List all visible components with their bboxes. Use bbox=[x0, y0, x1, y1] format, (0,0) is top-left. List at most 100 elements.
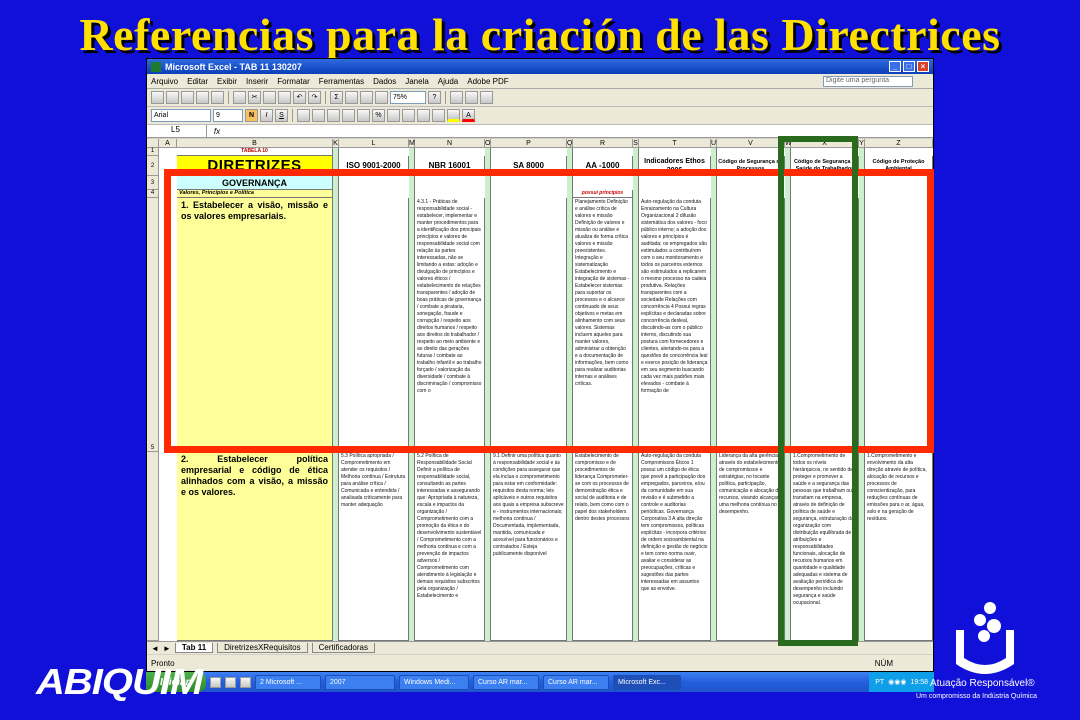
pdf-icon[interactable] bbox=[450, 91, 463, 104]
indent-icon[interactable] bbox=[417, 109, 430, 122]
preview-icon[interactable] bbox=[211, 91, 224, 104]
menu-exibir[interactable]: Exibir bbox=[217, 77, 237, 86]
tray-icons[interactable]: ◉◉◉ bbox=[888, 678, 906, 686]
chart-icon[interactable] bbox=[375, 91, 388, 104]
diretriz-2[interactable]: 2. Estabelecer política empresarial e có… bbox=[177, 452, 333, 641]
redo-icon[interactable]: ↷ bbox=[308, 91, 321, 104]
font-name-select[interactable]: Arial bbox=[151, 109, 211, 122]
cell-protamb-r6[interactable]: 1.Comprometimento e envolvimento da alta… bbox=[865, 452, 933, 641]
col-header[interactable]: N bbox=[415, 139, 485, 148]
menu-inserir[interactable]: Inserir bbox=[246, 77, 268, 86]
quicklaunch-icon[interactable] bbox=[225, 676, 236, 688]
copy-icon[interactable] bbox=[263, 91, 276, 104]
currency-icon[interactable] bbox=[357, 109, 370, 122]
menu-ajuda[interactable]: Ajuda bbox=[438, 77, 458, 86]
pdf-email-icon[interactable] bbox=[465, 91, 478, 104]
slide-title: Referencias para la criación de las Dire… bbox=[79, 9, 1001, 60]
task-microsoft-excel[interactable]: Microsoft Exc... bbox=[613, 674, 681, 690]
align-left-icon[interactable] bbox=[297, 109, 310, 122]
spelling-icon[interactable] bbox=[233, 91, 246, 104]
paste-icon[interactable] bbox=[278, 91, 291, 104]
row-header[interactable]: 1 bbox=[147, 148, 159, 156]
font-color-icon[interactable]: A bbox=[462, 109, 475, 122]
col-header[interactable]: V bbox=[717, 139, 785, 148]
menu-janela[interactable]: Janela bbox=[405, 77, 429, 86]
menu-formatar[interactable]: Formatar bbox=[277, 77, 309, 86]
toolbar-separator bbox=[228, 91, 229, 104]
pdf-review-icon[interactable] bbox=[480, 91, 493, 104]
task-curso-ar-1[interactable]: Curso AR mar... bbox=[473, 674, 539, 690]
toolbar-separator bbox=[292, 109, 293, 122]
tab-diretrizes-requisitos[interactable]: DiretrizesXRequisitos bbox=[217, 643, 308, 653]
font-size-select[interactable]: 9 bbox=[213, 109, 243, 122]
col-header[interactable]: T bbox=[639, 139, 711, 148]
tab-nav-first-icon[interactable]: ◄ bbox=[151, 644, 159, 653]
align-right-icon[interactable] bbox=[327, 109, 340, 122]
minimize-button[interactable]: _ bbox=[889, 61, 901, 72]
col-header[interactable]: P bbox=[491, 139, 567, 148]
menu-arquivo[interactable]: Arquivo bbox=[151, 77, 178, 86]
tab-nav-last-icon[interactable]: ► bbox=[163, 644, 171, 653]
quicklaunch-icon[interactable] bbox=[240, 676, 251, 688]
col-header[interactable]: B bbox=[177, 139, 333, 148]
undo-icon[interactable]: ↶ bbox=[293, 91, 306, 104]
help-icon[interactable]: ? bbox=[428, 91, 441, 104]
task-2007[interactable]: 2007 bbox=[325, 674, 395, 690]
new-icon[interactable] bbox=[151, 91, 164, 104]
bold-icon[interactable]: N bbox=[245, 109, 258, 122]
col-header[interactable]: Z bbox=[865, 139, 933, 148]
menu-adobe-pdf[interactable]: Adobe PDF bbox=[467, 77, 508, 86]
cell-iso-r6[interactable]: 5.3 Política apropriada / Comprometiment… bbox=[339, 452, 409, 641]
row-header[interactable]: 3 bbox=[147, 176, 159, 190]
menu-editar[interactable]: Editar bbox=[187, 77, 208, 86]
align-center-icon[interactable] bbox=[312, 109, 325, 122]
menu-dados[interactable]: Dados bbox=[373, 77, 396, 86]
ask-question-input[interactable]: Digite uma pergunta bbox=[823, 75, 913, 87]
autosum-icon[interactable]: Σ bbox=[330, 91, 343, 104]
sort-desc-icon[interactable] bbox=[360, 91, 373, 104]
fill-color-icon[interactable] bbox=[447, 109, 460, 122]
col-header[interactable]: L bbox=[339, 139, 409, 148]
task-curso-ar-2[interactable]: Curso AR mar... bbox=[543, 674, 609, 690]
row-header[interactable]: 4 bbox=[147, 190, 159, 198]
cut-icon[interactable]: ✂ bbox=[248, 91, 261, 104]
task-windows-media[interactable]: Windows Medi... bbox=[399, 674, 469, 690]
sort-asc-icon[interactable] bbox=[345, 91, 358, 104]
cell-aa-r6[interactable]: Estabelecimento de compromisso e de proc… bbox=[573, 452, 633, 641]
underline-icon[interactable]: S bbox=[275, 109, 288, 122]
row-header[interactable] bbox=[147, 452, 159, 641]
zoom-select[interactable]: 75% bbox=[390, 91, 426, 104]
task-microsoft[interactable]: 2 Microsoft ... bbox=[255, 674, 321, 690]
decimal-icon[interactable] bbox=[402, 109, 415, 122]
tab-certificadoras[interactable]: Certificadoras bbox=[311, 643, 375, 653]
borders-icon[interactable] bbox=[432, 109, 445, 122]
tab-tab11[interactable]: Tab 11 bbox=[174, 643, 214, 653]
select-all-corner[interactable] bbox=[147, 139, 159, 148]
percent-icon[interactable]: % bbox=[372, 109, 385, 122]
row-header[interactable]: 5 bbox=[147, 198, 159, 452]
thousands-icon[interactable] bbox=[387, 109, 400, 122]
cell-segproc-r6[interactable]: Liderança da alta gerência através do es… bbox=[717, 452, 785, 641]
maximize-button[interactable]: □ bbox=[903, 61, 915, 72]
fx-icon[interactable]: fx bbox=[207, 127, 227, 136]
col-header[interactable]: A bbox=[159, 139, 177, 148]
toolbar-separator bbox=[445, 91, 446, 104]
language-indicator[interactable]: PT bbox=[875, 679, 884, 686]
italic-icon[interactable]: I bbox=[260, 109, 273, 122]
cell-ethos-r6[interactable]: Auto-regulação da conduta Compromissos É… bbox=[639, 452, 711, 641]
tabela-label[interactable]: TABELA 10 bbox=[177, 148, 333, 156]
name-box[interactable]: L5 bbox=[147, 125, 207, 137]
close-button[interactable]: × bbox=[917, 61, 929, 72]
col-header[interactable]: R bbox=[573, 139, 633, 148]
quicklaunch-icon[interactable] bbox=[210, 676, 221, 688]
open-icon[interactable] bbox=[166, 91, 179, 104]
print-icon[interactable] bbox=[196, 91, 209, 104]
merge-center-icon[interactable] bbox=[342, 109, 355, 122]
save-icon[interactable] bbox=[181, 91, 194, 104]
menu-bar: Arquivo Editar Exibir Inserir Formatar F… bbox=[147, 74, 933, 89]
atuacao-responsavel-text: Atuação Responsável® bbox=[930, 678, 1035, 689]
menu-ferramentas[interactable]: Ferramentas bbox=[319, 77, 364, 86]
cell-sa-r6[interactable]: 9.1 Definir uma política quanto à respon… bbox=[491, 452, 567, 641]
row-header[interactable]: 2 bbox=[147, 156, 159, 176]
cell-nbr-r6[interactable]: 5.2 Política de Responsabilidade Social … bbox=[415, 452, 485, 641]
